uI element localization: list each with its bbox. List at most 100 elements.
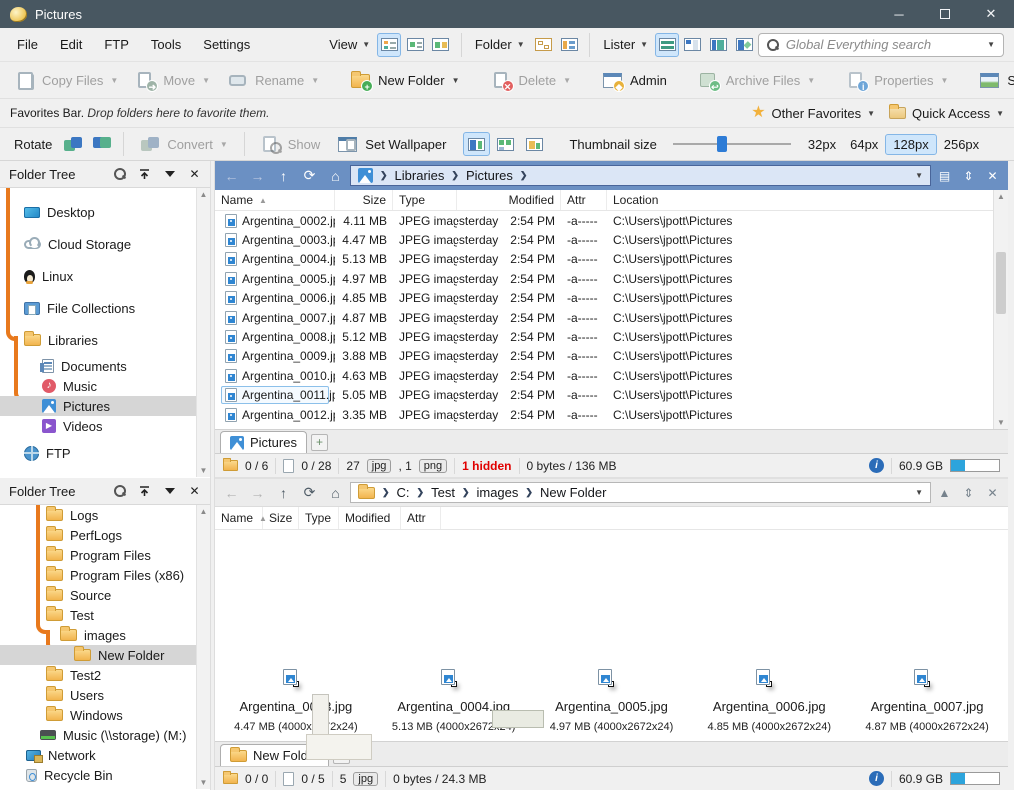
tree-item-ftp[interactable]: FTP [0, 436, 210, 470]
file-row[interactable]: Argentina_0007.jpg4.87 MBJPEG imageYeste… [215, 308, 1008, 327]
tree-item-program-files[interactable]: Program Files [0, 545, 210, 565]
tree-item-cloud-storage[interactable]: Cloud Storage [0, 228, 210, 260]
tab-pictures[interactable]: Pictures [220, 431, 307, 453]
move-button[interactable]: ➜Move▼ [127, 65, 219, 95]
tree-collapse-all-icon[interactable] [138, 168, 151, 181]
view-details-button[interactable] [377, 33, 401, 57]
menu-tools[interactable]: Tools [140, 37, 192, 52]
column-modified[interactable]: Modified [339, 507, 401, 529]
path-dropdown-icon[interactable]: ▼ [915, 171, 923, 180]
tree-item-program-files-x86[interactable]: Program Files (x86) [0, 565, 210, 585]
tree-item-file-collections[interactable]: File Collections [0, 292, 210, 324]
tree-item-test[interactable]: Test [0, 605, 210, 625]
close-display-icon[interactable]: ✕ [982, 486, 1003, 500]
file-row[interactable]: Argentina_0002.jpg4.11 MBJPEG imageYeste… [215, 211, 1008, 230]
tree1-scrollbar[interactable]: ▲▼ [196, 188, 210, 477]
forward-icon[interactable]: → [246, 168, 269, 184]
size-128px[interactable]: 128px [885, 134, 936, 155]
tree2-scrollbar[interactable]: ▲▼ [196, 505, 210, 789]
view-power-button[interactable] [403, 33, 427, 57]
column-name[interactable]: Name▲ [215, 507, 263, 529]
slideshow-button[interactable]: Slideshow▼ [971, 65, 1014, 95]
tree-close-icon[interactable]: ✕ [188, 168, 201, 181]
size-32px[interactable]: 32px [801, 135, 843, 154]
tree-collapse-all-icon[interactable] [138, 485, 151, 498]
up-icon[interactable]: ↑ [272, 485, 295, 501]
scroll-down-icon[interactable]: ▼ [200, 778, 208, 787]
tree-item-music-drive[interactable]: Music (\\storage) (M:) [0, 725, 210, 745]
minimize-button[interactable]: ─ [876, 0, 922, 28]
tree-item-new-folder[interactable]: New Folder [0, 645, 210, 665]
tree-item-music[interactable]: ♪Music [0, 376, 210, 396]
copy-files-button[interactable]: Copy Files▼ [6, 65, 127, 95]
column-size[interactable]: Size [335, 190, 393, 210]
file-row[interactable]: Argentina_0003.jpg4.47 MBJPEG imageYeste… [215, 230, 1008, 249]
view-thumbnails-button[interactable] [429, 33, 453, 57]
thumbnail-item[interactable]: Argentina_0007.jpg 4.87 MB (4000x2672x24… [848, 530, 1006, 741]
rename-button[interactable]: Rename▼ [219, 65, 328, 95]
tree-item-desktop[interactable]: Desktop [0, 196, 210, 228]
properties-button[interactable]: iProperties▼ [838, 65, 957, 95]
column-name[interactable]: Name▲ [215, 190, 335, 210]
rotate-right-button[interactable] [88, 132, 115, 156]
tree-item-logs[interactable]: Logs [0, 505, 210, 525]
menu-edit[interactable]: Edit [49, 37, 93, 52]
folder-menu[interactable]: Folder▼ [469, 37, 531, 52]
lister-single-button[interactable] [707, 33, 731, 57]
search-dropdown-icon[interactable]: ▼ [987, 40, 995, 49]
close-button[interactable]: ✕ [968, 0, 1014, 28]
search-input[interactable] [786, 37, 980, 52]
thumbnail-item[interactable]: Argentina_0004.jpg 5.13 MB (4000x2672x24… [375, 530, 533, 741]
lister-menu[interactable]: Lister▼ [597, 37, 654, 52]
path-dropdown-icon[interactable]: ▼ [915, 488, 923, 497]
back-icon[interactable]: ← [220, 485, 243, 501]
thumbnail-size-slider[interactable] [673, 135, 791, 153]
refresh-icon[interactable]: ⟳ [298, 484, 321, 501]
new-folder-button[interactable]: +New Folder▼ [342, 65, 468, 95]
thumb-mode-1-button[interactable] [463, 132, 490, 156]
file-row[interactable]: Argentina_0004.jpg5.13 MBJPEG imageYeste… [215, 250, 1008, 269]
tree-item-windows[interactable]: Windows [0, 705, 210, 725]
tree-item-recycle-bin[interactable]: Recycle Bin [0, 765, 210, 785]
view-menu[interactable]: View▼ [323, 37, 376, 52]
scroll-up-icon[interactable]: ▲ [200, 190, 208, 199]
thumb-mode-2-button[interactable] [492, 132, 519, 156]
tree-item-libraries[interactable]: Libraries [0, 324, 210, 356]
thumbnail-item[interactable]: Argentina_0003.jpg 4.47 MB (4000x2672x24… [217, 530, 375, 741]
column-attr[interactable]: Attr [401, 507, 441, 529]
tree-item-perflogs[interactable]: PerfLogs [0, 525, 210, 545]
home-icon[interactable]: ⌂ [324, 485, 347, 501]
tree-item-users[interactable]: Users [0, 685, 210, 705]
convert-button[interactable]: Convert▼ [131, 129, 236, 159]
tree-menu-icon[interactable] [163, 485, 176, 498]
menu-file[interactable]: File [6, 37, 49, 52]
thumbnail-item[interactable]: Argentina_0006.jpg 4.85 MB (4000x2672x24… [690, 530, 848, 741]
crumb-test[interactable]: Test [431, 485, 455, 500]
column-type[interactable]: Type [393, 190, 457, 210]
file-row[interactable]: Argentina_0005.jpg4.97 MBJPEG imageYeste… [215, 269, 1008, 288]
tree-menu-icon[interactable] [163, 168, 176, 181]
thumb-mode-3-button[interactable] [521, 132, 548, 156]
swap-displays-icon[interactable]: ⇕ [958, 169, 979, 183]
archive-files-button[interactable]: ↩Archive Files▼ [690, 65, 824, 95]
tree-item-documents[interactable]: Documents [0, 356, 210, 376]
breadcrumb[interactable]: ❯ C: ❯ Test ❯ images ❯ New Folder ▼ [350, 482, 931, 503]
size-256px[interactable]: 256px [937, 135, 986, 154]
tree-item-videos[interactable]: ▶Videos [0, 416, 210, 436]
file-row[interactable]: Argentina_0012.jpg3.35 MBJPEG imageYeste… [215, 405, 1008, 424]
admin-button[interactable]: ◆Admin [594, 65, 676, 95]
dual-display-icon[interactable]: ▤ [934, 169, 955, 183]
scrollbar-thumb[interactable] [996, 252, 1006, 314]
column-size[interactable]: Size [263, 507, 299, 529]
tree-item-source[interactable]: Source [0, 585, 210, 605]
scroll-up-icon[interactable]: ▲ [200, 507, 208, 516]
forward-icon[interactable]: → [246, 485, 269, 501]
column-modified[interactable]: Modified [457, 190, 561, 210]
menu-ftp[interactable]: FTP [93, 37, 140, 52]
column-type[interactable]: Type [299, 507, 339, 529]
scroll-down-icon[interactable]: ▼ [200, 466, 208, 475]
file-row[interactable]: Argentina_0008.jpg5.12 MBJPEG imageYeste… [215, 327, 1008, 346]
crumb-pictures[interactable]: Pictures [466, 168, 513, 183]
lister-viewer-button[interactable] [733, 33, 757, 57]
lister-horizontal-button[interactable] [655, 33, 679, 57]
